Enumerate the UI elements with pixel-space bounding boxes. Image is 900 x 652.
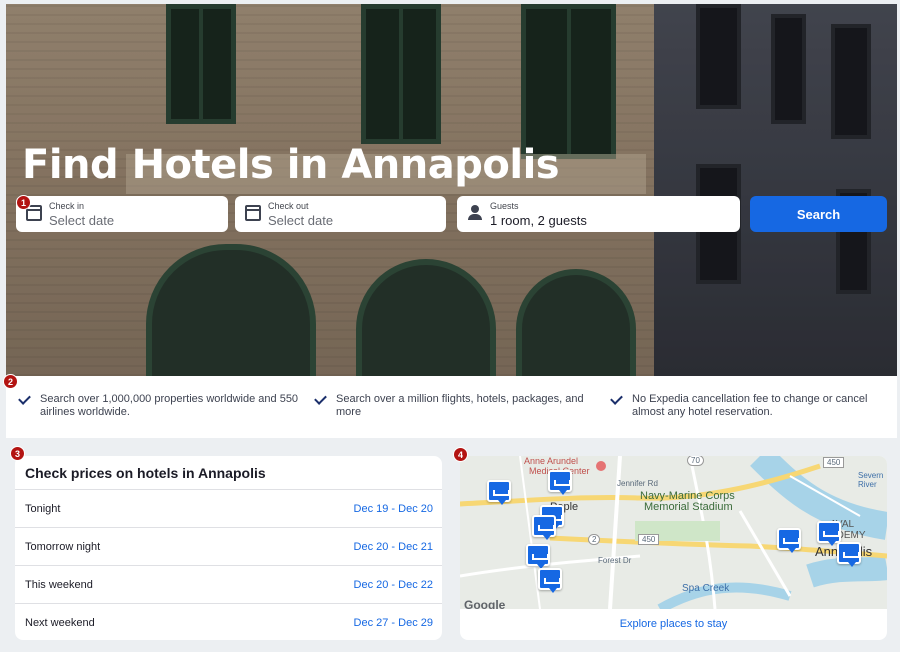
checkmark-icon [18,392,32,406]
check-out-label: Check out [268,201,309,211]
hero-banner: Find Hotels in Annapolis [6,4,897,376]
page-title: Find Hotels in Annapolis [22,142,560,188]
hotel-pin[interactable] [526,544,550,569]
guests-field[interactable]: Guests 1 room, 2 guests [457,196,740,232]
price-row-dates[interactable]: Dec 20 - Dec 22 [354,579,433,591]
google-logo: Google [464,598,506,609]
hotel-pin[interactable] [548,470,572,495]
map-label: Memorial Stadium [644,501,733,513]
price-check-card: Check prices on hotels in Annapolis Toni… [15,456,442,640]
route-shield: 70 [687,456,704,466]
hotel-pin[interactable] [487,480,511,505]
benefit-text: Search over 1,000,000 properties worldwi… [40,393,299,418]
map-label: Severn River [858,471,884,489]
check-in-field[interactable]: Check in Select date [16,196,228,232]
benefit-item: Search over a million flights, hotels, p… [336,393,586,419]
explore-places-link[interactable]: Explore places to stay [460,618,887,630]
step-badge: 3 [10,446,25,461]
benefit-text: No Expedia cancellation fee to change or… [632,393,868,418]
price-row-label: Next weekend [25,617,95,629]
step-badge: 1 [16,195,31,210]
map-label: Forest Dr [598,556,632,565]
person-icon [467,205,483,221]
price-row-dates[interactable]: Dec 19 - Dec 20 [354,503,433,515]
price-row-label: This weekend [25,579,93,591]
search-button[interactable]: Search [750,196,887,232]
map-card: Anne Arundel Medical Center Jennifer Rd … [460,456,887,640]
price-row[interactable]: This weekend Dec 20 - Dec 22 [15,565,442,603]
guests-label: Guests [490,201,519,211]
hotel-pin[interactable] [538,568,562,593]
check-out-field[interactable]: Check out Select date [235,196,446,232]
route-shield: 450 [638,534,660,545]
price-row[interactable]: Tomorrow night Dec 20 - Dec 21 [15,527,442,565]
benefit-text: Search over a million flights, hotels, p… [336,393,584,418]
guests-value: 1 room, 2 guests [490,213,587,228]
step-badge: 4 [453,447,468,462]
route-shield: 450 [823,457,845,468]
hotel-pin[interactable] [817,521,841,546]
hotel-pin[interactable] [532,515,556,540]
map-label: Spa Creek [682,583,730,594]
price-row[interactable]: Tonight Dec 19 - Dec 20 [15,489,442,527]
benefits-bar: Search over 1,000,000 properties worldwi… [6,376,897,438]
checkmark-icon [610,392,624,406]
check-in-value: Select date [49,213,115,228]
step-badge: 2 [3,374,18,389]
hotel-pin[interactable] [777,528,801,553]
price-row-dates[interactable]: Dec 27 - Dec 29 [354,617,433,629]
benefit-item: Search over 1,000,000 properties worldwi… [40,393,310,419]
check-in-label: Check in [49,201,85,211]
price-row[interactable]: Next weekend Dec 27 - Dec 29 [15,603,442,640]
price-row-label: Tonight [25,503,61,515]
check-out-value: Select date [268,213,334,228]
price-row-dates[interactable]: Dec 20 - Dec 21 [354,541,433,553]
price-card-title: Check prices on hotels in Annapolis [25,465,266,481]
checkmark-icon [314,392,328,406]
hotel-pin[interactable] [837,542,861,567]
price-row-label: Tomorrow night [25,541,101,553]
calendar-icon [245,205,261,221]
map-label: Anne Arundel [524,456,579,466]
area-map[interactable]: Anne Arundel Medical Center Jennifer Rd … [460,456,887,609]
hero-overlay [6,4,897,376]
map-label: Jennifer Rd [617,479,658,488]
benefit-item: No Expedia cancellation fee to change or… [632,393,882,419]
